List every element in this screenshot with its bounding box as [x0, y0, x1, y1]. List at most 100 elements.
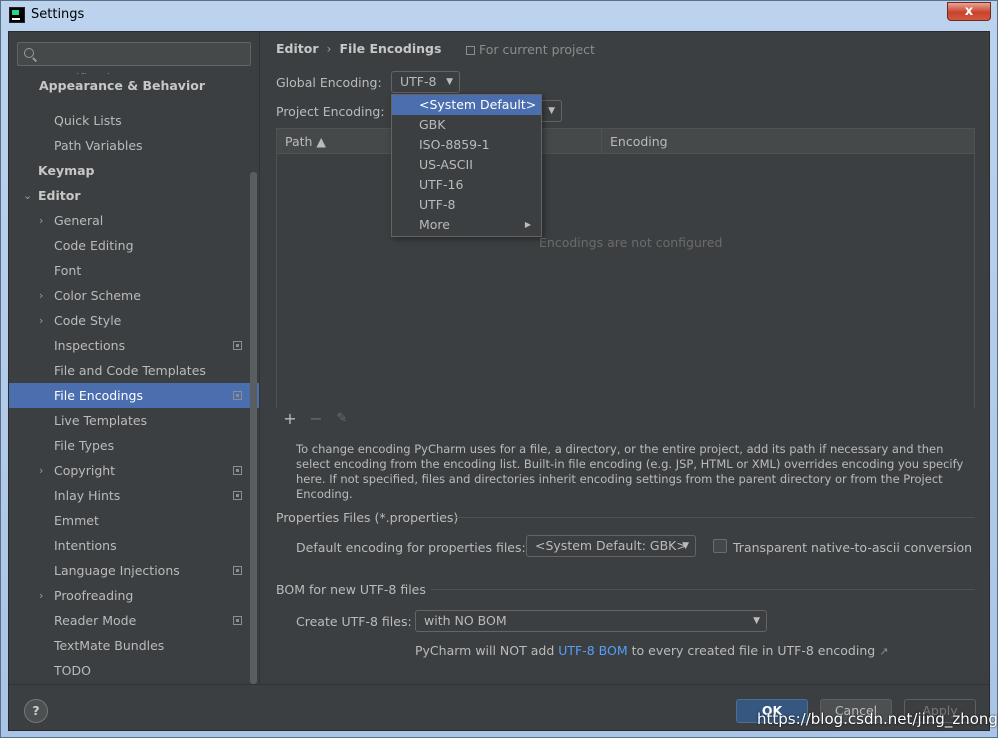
sidebar-item-color-scheme[interactable]: › Color Scheme	[9, 283, 259, 308]
section-divider	[431, 589, 975, 590]
project-scope-icon	[233, 491, 242, 500]
sidebar-item-editor[interactable]: ⌄ Editor	[9, 183, 259, 208]
table-toolbar: + − ✎	[277, 407, 974, 433]
properties-encoding-combo[interactable]: <System Default: GBK> ▼	[526, 535, 696, 557]
encoding-option-iso-8859-1[interactable]: ISO-8859-1	[392, 135, 541, 155]
sidebar-scrollbar[interactable]	[250, 172, 257, 684]
sidebar-sticky-header[interactable]: Appearance & Behavior	[9, 74, 249, 98]
help-text: To change encoding PyCharm uses for a fi…	[296, 442, 964, 501]
encoding-dropdown-popup: <System Default> GBK ISO-8859-1 US-ASCII…	[391, 94, 542, 237]
sidebar-item-intentions[interactable]: Intentions	[9, 533, 259, 558]
encoding-option-us-ascii[interactable]: US-ASCII	[392, 155, 541, 175]
column-header-encoding[interactable]: Encoding	[610, 134, 668, 149]
bom-note-suffix: to every created file in UTF-8 encoding	[627, 643, 876, 658]
project-scope-icon	[233, 616, 242, 625]
encoding-option-utf-8[interactable]: UTF-8	[392, 195, 541, 215]
global-encoding-combo[interactable]: UTF-8 ▼	[391, 71, 460, 93]
add-icon[interactable]: +	[282, 411, 298, 427]
sidebar-item-code-editing[interactable]: Code Editing	[9, 233, 259, 258]
sidebar-item-file-encodings[interactable]: File Encodings	[9, 383, 259, 408]
breadcrumb-current: File Encodings	[339, 41, 442, 56]
global-encoding-label: Global Encoding:	[276, 75, 382, 90]
sidebar-item-label: Path Variables	[54, 138, 143, 153]
window-title: Settings	[31, 7, 85, 22]
sidebar-item-label: Reader Mode	[54, 613, 137, 628]
window-close-button[interactable]: x	[947, 2, 991, 21]
column-header-path[interactable]: Path ▲	[285, 134, 326, 149]
external-link-icon: ↗	[879, 645, 889, 658]
sidebar-item-label: Copyright	[54, 463, 116, 478]
table-header: Path ▲ Encoding	[277, 129, 974, 154]
chevron-right-icon[interactable]: ›	[39, 458, 43, 483]
sidebar-item-todo[interactable]: TODO	[9, 658, 259, 683]
search-icon	[24, 48, 34, 58]
sidebar-item-reader-mode[interactable]: Reader Mode	[9, 608, 259, 633]
sidebar-item-label: TextMate Bundles	[54, 638, 165, 653]
settings-search-input[interactable]	[17, 42, 251, 66]
encoding-option-gbk[interactable]: GBK	[392, 115, 541, 135]
project-encoding-label: Project Encoding:	[276, 104, 385, 119]
chevron-down-icon[interactable]: ⌄	[23, 183, 32, 208]
sidebar-item-path-variables[interactable]: Path Variables	[9, 133, 259, 158]
sidebar-item-proofreading[interactable]: › Proofreading	[9, 583, 259, 608]
sidebar-item-label: Editor	[38, 188, 81, 203]
chevron-down-icon: ▼	[753, 616, 760, 626]
sidebar-item-inspections[interactable]: Inspections	[9, 333, 259, 358]
sidebar-item-label: Inspections	[54, 338, 126, 353]
chevron-right-icon[interactable]: ›	[39, 283, 43, 308]
settings-window: Settings x Notifications Quick Lists Pat…	[0, 0, 998, 738]
sidebar-item-label: Proofreading	[54, 588, 134, 603]
sidebar-item-label: General	[54, 213, 104, 228]
properties-default-label: Default encoding for properties files:	[296, 540, 526, 555]
encoding-option-more-label: More	[419, 217, 450, 232]
table-empty-text: Encodings are not configured	[539, 235, 723, 250]
sidebar-item-label: Emmet	[54, 513, 99, 528]
sidebar-item-label: Code Style	[54, 313, 122, 328]
breadcrumb-parent: Editor	[276, 41, 319, 56]
chevron-right-icon[interactable]: ›	[39, 208, 43, 233]
sidebar-item-label: Color Scheme	[54, 288, 141, 303]
properties-encoding-value: <System Default: GBK>	[535, 538, 687, 553]
sidebar-item-general[interactable]: › General	[9, 208, 259, 233]
transparent-ascii-checkbox[interactable]	[713, 539, 727, 553]
encoding-option-more[interactable]: More ▶	[392, 215, 541, 235]
sidebar-item-font[interactable]: Font	[9, 258, 259, 283]
remove-icon[interactable]: −	[308, 411, 324, 427]
sidebar-item-keymap[interactable]: Keymap	[9, 158, 259, 183]
transparent-ascii-label: Transparent native-to-ascii conversion	[733, 540, 973, 555]
sidebar-item-label: File and Code Templates	[54, 363, 206, 378]
create-utf8-combo[interactable]: with NO BOM ▼	[415, 610, 767, 632]
bom-note-prefix: PyCharm will NOT add	[415, 643, 559, 658]
sidebar-item-language-injections[interactable]: Language Injections	[9, 558, 259, 583]
encoding-option-system-default[interactable]: <System Default>	[392, 95, 541, 115]
properties-section-title: Properties Files (*.properties)	[276, 510, 459, 525]
watermark: https://blog.csdn.net/jing_zhong	[757, 710, 998, 728]
sidebar-item-copyright[interactable]: › Copyright	[9, 458, 259, 483]
utf8-bom-link[interactable]: UTF-8 BOM	[558, 643, 627, 658]
sidebar-sticky-header-label: Appearance & Behavior	[39, 78, 205, 93]
sidebar-item-textmate-bundles[interactable]: TextMate Bundles	[9, 633, 259, 658]
title-bar[interactable]: Settings x	[1, 1, 997, 29]
sidebar-item-quick-lists[interactable]: Quick Lists	[9, 108, 259, 133]
sidebar-item-code-style[interactable]: › Code Style	[9, 308, 259, 333]
sidebar-item-emmet[interactable]: Emmet	[9, 508, 259, 533]
sidebar-item-label: Code Editing	[54, 238, 134, 253]
breadcrumb-separator: ›	[326, 41, 332, 56]
encoding-option-utf-16[interactable]: UTF-16	[392, 175, 541, 195]
create-utf8-label: Create UTF-8 files:	[296, 614, 412, 629]
project-scope-icon	[233, 391, 242, 400]
column-divider[interactable]	[601, 129, 602, 154]
sidebar-item-file-and-code-templates[interactable]: File and Code Templates	[9, 358, 259, 383]
sidebar-item-label: TODO	[54, 663, 91, 678]
chevron-right-icon[interactable]: ›	[39, 583, 43, 608]
chevron-right-icon[interactable]: ›	[39, 308, 43, 333]
help-button[interactable]: ?	[24, 699, 48, 723]
sidebar-item-live-templates[interactable]: Live Templates	[9, 408, 259, 433]
sidebar-item-label: File Encodings	[54, 388, 144, 403]
sidebar-item-inlay-hints[interactable]: Inlay Hints	[9, 483, 259, 508]
encodings-table[interactable]: Path ▲ Encoding Encodings are not config…	[276, 128, 975, 433]
project-scope-icon	[233, 341, 242, 350]
sidebar-item-file-types[interactable]: File Types	[9, 433, 259, 458]
sidebar-item-label: Keymap	[38, 163, 95, 178]
edit-icon[interactable]: ✎	[334, 411, 350, 427]
